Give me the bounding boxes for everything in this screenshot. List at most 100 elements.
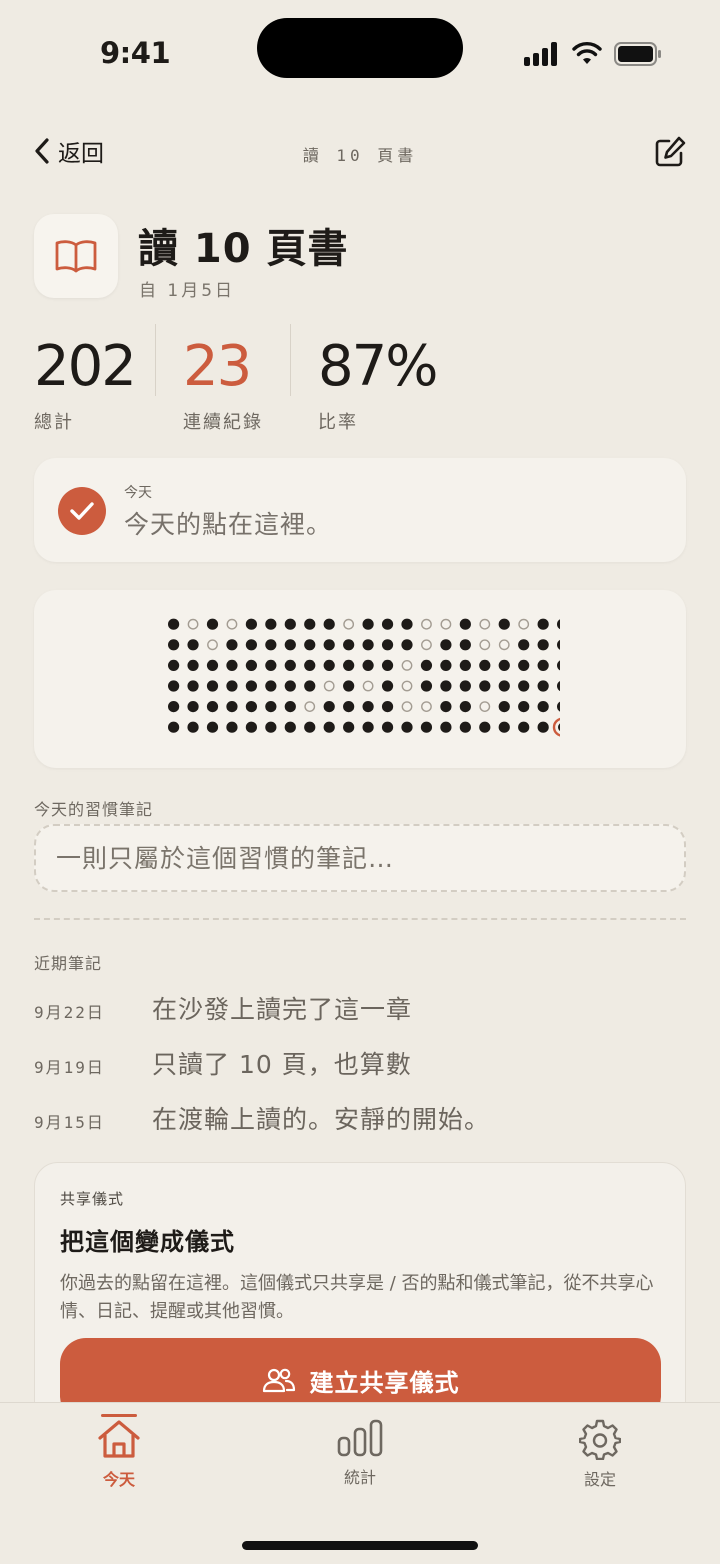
history-dot-done	[265, 618, 277, 630]
history-dot-done	[304, 639, 316, 651]
stat-total-label: 總計	[34, 412, 74, 433]
history-dot-done	[440, 680, 452, 692]
history-dot-done	[459, 721, 471, 733]
history-dot-done	[323, 639, 335, 651]
stat-rate-value: 87%	[318, 334, 438, 399]
tab-today[interactable]: 今天	[59, 1418, 179, 1490]
active-tab-indicator	[101, 1414, 137, 1417]
history-dot-done	[420, 680, 433, 692]
gear-icon	[579, 1419, 621, 1460]
history-dot-done	[401, 618, 413, 630]
history-dot-done	[284, 618, 296, 630]
history-dot-missed	[401, 680, 413, 692]
history-dot-missed	[421, 701, 432, 713]
history-dot-done	[479, 721, 491, 733]
book-icon	[55, 240, 97, 273]
history-dot-done	[420, 659, 433, 671]
history-dot-done	[518, 701, 530, 713]
history-dot-done	[537, 721, 549, 733]
history-dot-done	[518, 639, 530, 651]
history-dot-done	[206, 701, 219, 713]
history-dot-done	[168, 618, 180, 630]
history-dot-done	[265, 639, 277, 651]
recent-note-item[interactable]: 9月15日 在渡輪上讀的。安靜的開始。	[34, 1100, 490, 1136]
recent-note-item[interactable]: 9月19日 只讀了 10 頁，也算數	[34, 1045, 412, 1081]
history-dot-missed	[401, 660, 413, 671]
history-dot-done	[187, 701, 199, 713]
history-dot-done	[206, 659, 219, 671]
history-dot-done	[537, 639, 549, 651]
history-dot-done	[226, 639, 238, 651]
history-dot-done	[284, 701, 296, 713]
history-dot-done	[284, 639, 296, 651]
tab-label: 統計	[343, 1468, 376, 1487]
history-dot-done	[323, 701, 335, 713]
recent-note-date: 9月15日	[34, 1113, 105, 1132]
history-dot-done	[226, 721, 238, 733]
history-dot-missed	[421, 639, 432, 651]
tab-stats[interactable]: 統計	[300, 1418, 420, 1488]
shared-ritual-description: 你過去的點留在這裡。這個儀式只共享是 / 否的點和儀式筆記，從不共享心情、日記、…	[60, 1273, 654, 1322]
history-dot-done	[459, 618, 471, 630]
history-dot-done	[323, 618, 335, 630]
history-dot-done	[557, 619, 560, 630]
history-dot-done	[557, 660, 560, 671]
today-check-toggle[interactable]	[58, 487, 106, 535]
history-dot-done	[226, 701, 238, 713]
tab-settings[interactable]: 設定	[540, 1418, 660, 1490]
history-dot-done	[440, 639, 452, 651]
history-dot-done	[557, 639, 560, 650]
shared-ritual-label: 共享儀式	[60, 1190, 125, 1208]
stat-total-value: 202	[34, 334, 137, 399]
history-dot-done	[459, 639, 471, 651]
history-dot-done	[479, 659, 491, 671]
history-dot-done	[265, 659, 277, 671]
history-dot-done	[245, 701, 257, 713]
history-dot-done	[498, 721, 510, 733]
edit-icon[interactable]	[652, 134, 688, 170]
history-dot-done	[440, 721, 452, 733]
history-dot-grid	[168, 618, 560, 737]
history-dot-done	[381, 659, 394, 671]
history-dot-done	[284, 680, 296, 692]
history-dot-done	[323, 721, 335, 733]
history-dot-done	[343, 639, 355, 651]
history-dot-done	[537, 618, 549, 630]
history-dot-missed	[343, 618, 355, 630]
history-dot-done	[168, 680, 180, 692]
history-dot-done	[537, 680, 549, 692]
history-dot-done	[265, 721, 277, 733]
history-dot-done	[459, 659, 471, 671]
history-dot-missed	[479, 701, 491, 713]
history-dot-done	[381, 701, 394, 713]
stat-streak-label: 連續紀錄	[183, 412, 263, 433]
history-dot-done	[323, 659, 335, 671]
section-divider	[34, 918, 686, 920]
history-dot-missed	[421, 618, 432, 630]
history-dot-done	[537, 659, 549, 671]
history-dot-done	[381, 721, 394, 733]
stat-divider	[290, 324, 291, 396]
history-dot-done	[206, 618, 219, 630]
home-indicator	[242, 1541, 478, 1550]
history-dot-done	[187, 639, 199, 651]
shared-ritual-title: 把這個變成儀式	[60, 1228, 235, 1256]
nav-title: 讀 10 頁書	[302, 146, 418, 165]
habit-note-input[interactable]	[34, 824, 686, 892]
history-dot-done	[381, 639, 394, 651]
history-dot-done	[537, 701, 549, 713]
today-dot[interactable]	[558, 723, 560, 732]
home-icon	[98, 1420, 140, 1458]
history-dot-done	[245, 639, 257, 651]
history-dot-done	[362, 721, 374, 733]
battery-icon	[614, 42, 661, 66]
habit-icon-tile	[34, 214, 118, 298]
history-dot-done	[518, 721, 530, 733]
history-dot-done	[343, 659, 355, 671]
history-dot-done	[401, 639, 413, 651]
recent-note-item[interactable]: 9月22日 在沙發上讀完了這一章	[34, 990, 412, 1026]
recent-note-date: 9月22日	[34, 1003, 105, 1022]
history-dot-missed	[304, 701, 316, 713]
note-label: 今天的習慣筆記	[34, 800, 154, 819]
history-dot-done	[479, 680, 491, 692]
